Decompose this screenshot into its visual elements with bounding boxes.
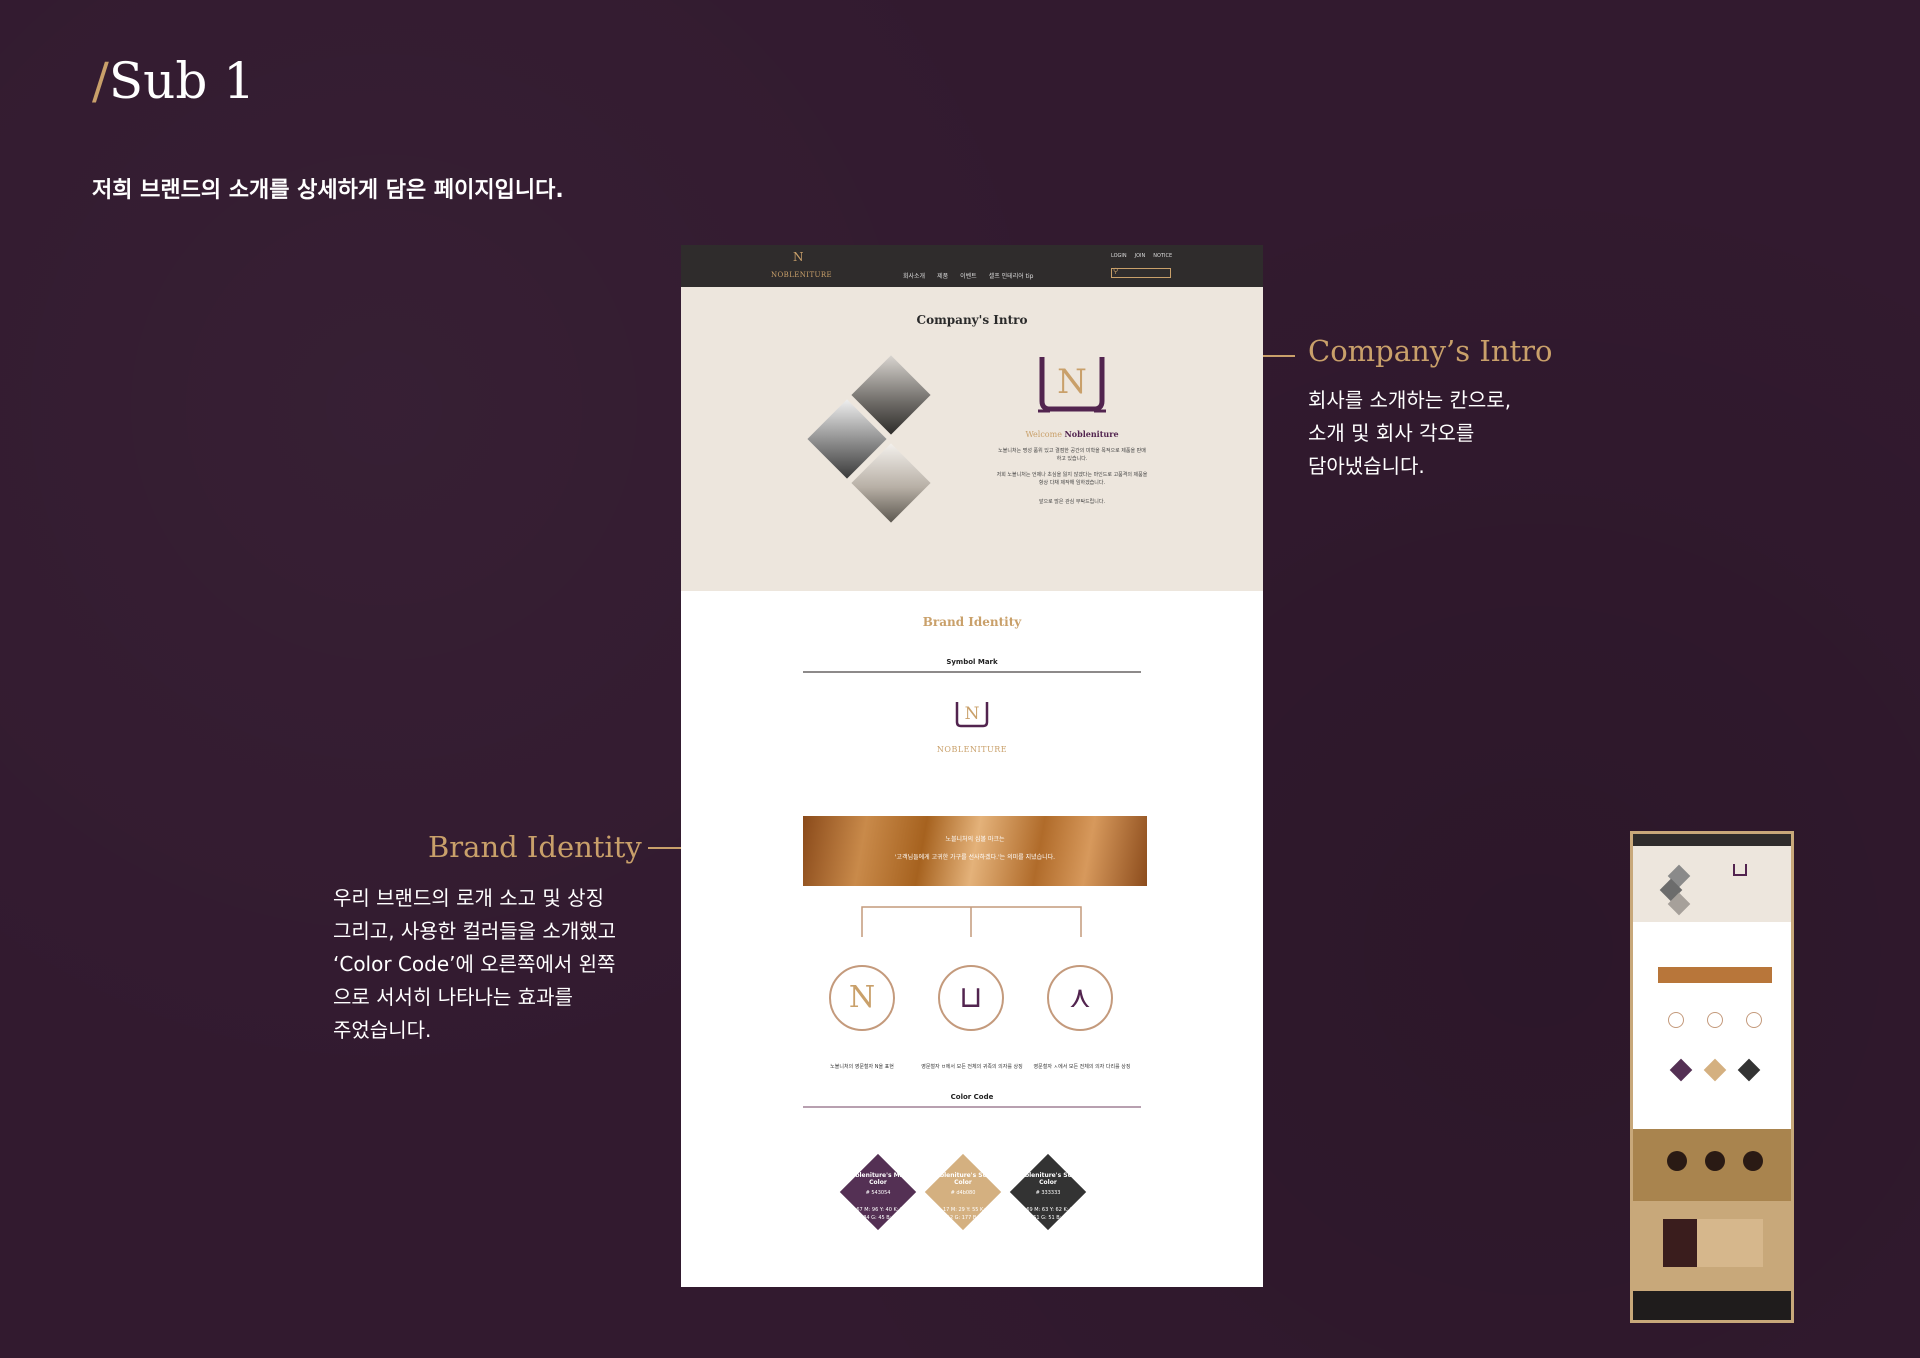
thumb-banner bbox=[1658, 967, 1772, 983]
symbol-caption-chair: 영문철자 ㅂ에서 모든 전체의 귀족의 의자를 상징 bbox=[921, 1064, 1023, 1070]
color-code-label: Color Code bbox=[950, 1093, 994, 1101]
full-page-thumbnail bbox=[1630, 831, 1794, 1323]
thumb-logo bbox=[1733, 864, 1747, 876]
thumb-circle bbox=[1668, 1012, 1684, 1028]
color-info-sub2: Nobleniture's Sub2 Color # 333333 C: 69 … bbox=[1015, 1172, 1081, 1221]
brand-annotation-title: Brand Identity bbox=[428, 830, 642, 864]
thumb-info-box bbox=[1663, 1219, 1697, 1267]
intro-annotation-title: Company’s Intro bbox=[1308, 334, 1553, 368]
thumb-vision-section bbox=[1633, 1129, 1791, 1201]
thumb-map bbox=[1697, 1219, 1763, 1267]
thumb-vision-circle bbox=[1667, 1151, 1687, 1171]
symbol-caption-legs: 영문철자 ㅅ에서 모든 전체의 의자 다리를 상징 bbox=[1033, 1064, 1131, 1070]
intro-annotation-body: 회사를 소개하는 칸으로, 소개 및 회사 각오를 담아냈습니다. bbox=[1308, 388, 1512, 478]
thumb-map-section bbox=[1633, 1201, 1791, 1291]
thumb-footer bbox=[1633, 1291, 1791, 1320]
intro-connector-line bbox=[1263, 355, 1295, 357]
thumb-vision-circle bbox=[1705, 1151, 1725, 1171]
thumb-vision-circle bbox=[1743, 1151, 1763, 1171]
symbol-caption-n: 노블니처의 영문철자 N을 표현 bbox=[830, 1064, 894, 1070]
thumb-intro-section bbox=[1633, 846, 1791, 922]
color-info-sub1: Nobleniture's Sub1 Color # d4b080 C: 17 … bbox=[930, 1172, 996, 1221]
thumb-circle bbox=[1707, 1012, 1723, 1028]
thumb-brand-section bbox=[1633, 922, 1791, 1129]
thumb-navbar bbox=[1633, 834, 1791, 846]
brand-annotation-body: 우리 브랜드의 로개 소고 및 상징 그리고, 사용한 컬러들을 소개했고 ‘C… bbox=[333, 886, 617, 1042]
brand-connector-line bbox=[648, 847, 681, 849]
symbol-circle-n: N bbox=[829, 965, 895, 1031]
page-title: /Sub 1 bbox=[92, 52, 256, 110]
page-mockup: N NOBLENITURE 회사소개 제품 이벤트 셀프 인테리어 tip LO… bbox=[681, 245, 1263, 1287]
thumb-swatch bbox=[1669, 1058, 1693, 1082]
color-code-divider bbox=[803, 1106, 1141, 1108]
symbol-circle-legs: ⋏ bbox=[1047, 965, 1113, 1031]
symbol-breakdown-connector bbox=[861, 906, 1082, 937]
thumb-swatch bbox=[1703, 1058, 1727, 1082]
thumb-swatch bbox=[1737, 1058, 1761, 1082]
color-info-main: Nobleniture's Main Color # 543054 C: 67 … bbox=[846, 1172, 910, 1221]
page-subtitle: 저희 브랜드의 소개를 상세하게 담은 페이지입니다. bbox=[92, 178, 564, 203]
symbol-circle-chair: ⊔ bbox=[938, 965, 1004, 1031]
thumb-circle bbox=[1746, 1012, 1762, 1028]
